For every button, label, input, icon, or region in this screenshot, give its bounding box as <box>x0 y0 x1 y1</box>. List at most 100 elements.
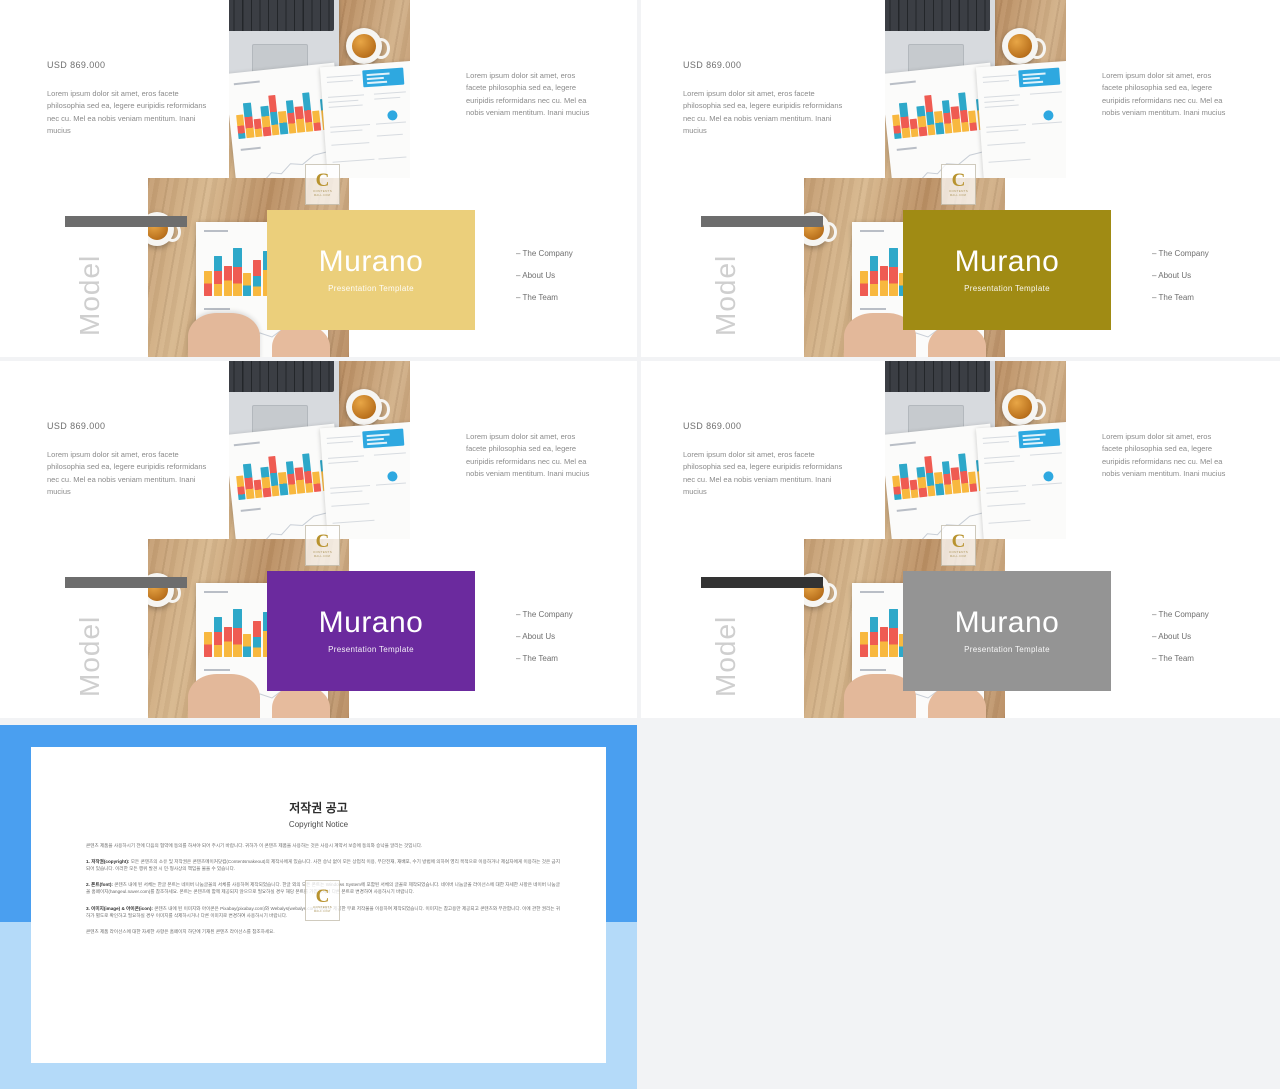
desk-photo-top <box>229 361 410 539</box>
report-blue-card <box>362 67 405 88</box>
price-label: USD 869.000 <box>47 60 106 70</box>
paper-section-line <box>240 146 261 151</box>
card-subtitle: Presentation Template <box>964 284 1050 293</box>
menu-item-team[interactable]: – The Team <box>516 293 573 302</box>
watermark-letter-c: C <box>951 531 966 553</box>
right-paragraph: Lorem ipsum dolor sit amet, eros facete … <box>1102 71 1226 118</box>
menu-item-team[interactable]: – The Team <box>1152 654 1209 663</box>
card-subtitle: Presentation Template <box>964 645 1050 654</box>
desk-photo-top <box>885 0 1066 178</box>
menu-item-company[interactable]: – The Company <box>516 249 573 258</box>
left-paragraph: Lorem ipsum dolor sit amet, eros facete … <box>47 450 207 497</box>
menu-item-about[interactable]: – About Us <box>516 271 573 280</box>
menu-item-about[interactable]: – About Us <box>516 632 573 641</box>
price-label: USD 869.000 <box>683 421 742 431</box>
report-form-paper <box>319 421 410 539</box>
contents-watermark-logo: C CONTENTS MALL.COM <box>941 164 976 205</box>
slide-menu[interactable]: – The Company – About Us – The Team <box>516 610 573 663</box>
contents-watermark-logo: C CONTENTS MALL.COM <box>305 525 340 566</box>
bar-chart <box>234 447 331 500</box>
watermark-line-2: MALL.COM <box>950 193 967 198</box>
right-paragraph: Lorem ipsum dolor sit amet, eros facete … <box>466 432 590 479</box>
accent-bar <box>701 577 823 588</box>
murano-title-card[interactable]: Murano Presentation Template <box>903 210 1111 330</box>
cup-handle <box>1027 38 1046 60</box>
slide-thumbnail-2[interactable]: USD 869.000 Lorem ipsum dolor sit amet, … <box>641 0 1280 357</box>
murano-title-card[interactable]: Murano Presentation Template <box>267 210 475 330</box>
cup-handle <box>1027 399 1046 421</box>
copyright-paragraph-outro: 콘텐츠 제품 라이선스에 대한 자세한 사항은 홈페이지 하단에 기재된 콘텐츠… <box>86 928 560 935</box>
accent-bar <box>701 216 823 227</box>
laptop-keyboard <box>885 0 991 31</box>
slide-menu[interactable]: – The Company – About Us – The Team <box>1152 610 1209 663</box>
report-form-paper <box>319 60 410 178</box>
desk-photo-top <box>885 361 1066 539</box>
menu-item-company[interactable]: – The Company <box>516 610 573 619</box>
menu-item-team[interactable]: – The Team <box>516 654 573 663</box>
price-label: USD 869.000 <box>683 60 742 70</box>
slide-menu[interactable]: – The Company – About Us – The Team <box>1152 249 1209 302</box>
bar-chart <box>890 86 987 139</box>
watermark-letter-c: C <box>315 170 330 192</box>
menu-item-about[interactable]: – About Us <box>1152 632 1209 641</box>
contents-watermark-logo: C CONTENTS MALL.COM <box>305 880 340 921</box>
coffee-cup-icon <box>346 389 390 425</box>
murano-title-card[interactable]: Murano Presentation Template <box>267 571 475 691</box>
accent-bar <box>65 577 187 588</box>
price-label: USD 869.000 <box>47 421 106 431</box>
paragraph-text: 콘텐츠 제품을 사용하시기 전에 다음의 협약에 동의를 하셔야 되어 주시기 … <box>86 843 423 848</box>
card-subtitle: Presentation Template <box>328 645 414 654</box>
paragraph-lead: 3. 이미지(image) & 아이콘(icon): <box>86 905 153 911</box>
coffee-cup-icon <box>1002 28 1046 64</box>
card-title: Murano <box>954 606 1060 639</box>
menu-item-about[interactable]: – About Us <box>1152 271 1209 280</box>
card-title: Murano <box>954 245 1060 278</box>
left-paragraph: Lorem ipsum dolor sit amet, eros facete … <box>47 89 207 136</box>
laptop-keyboard <box>229 0 335 31</box>
watermark-letter-c: C <box>315 886 330 908</box>
menu-item-company[interactable]: – The Company <box>1152 249 1209 258</box>
bar-chart <box>234 86 331 139</box>
laptop-keyboard <box>229 361 335 392</box>
right-paragraph: Lorem ipsum dolor sit amet, eros facete … <box>1102 432 1226 479</box>
info-badge-icon <box>387 471 398 482</box>
coffee-cup-icon <box>1002 389 1046 425</box>
cup-handle <box>371 399 390 421</box>
hand-icon <box>188 313 260 357</box>
contents-watermark-logo: C CONTENTS MALL.COM <box>941 525 976 566</box>
cup-handle <box>371 38 390 60</box>
report-blue-card <box>1018 428 1061 449</box>
desk-photo-top <box>229 0 410 178</box>
slide-thumbnail-3[interactable]: USD 869.000 Lorem ipsum dolor sit amet, … <box>0 361 637 718</box>
card-subtitle: Presentation Template <box>328 284 414 293</box>
watermark-letter-c: C <box>951 170 966 192</box>
murano-title-card[interactable]: Murano Presentation Template <box>903 571 1111 691</box>
menu-item-company[interactable]: – The Company <box>1152 610 1209 619</box>
slide-thumbnail-1[interactable]: USD 869.000 Lorem ipsum dolor sit amet, … <box>0 0 637 357</box>
paper-heading-line <box>233 80 260 86</box>
copyright-title-ko: 저작권 공고 <box>289 801 348 815</box>
watermark-line-2: MALL.COM <box>314 909 331 914</box>
copyright-paragraph-intro: 콘텐츠 제품을 사용하시기 전에 다음의 협약에 동의를 하셔야 되어 주시기 … <box>86 842 560 849</box>
slide-thumbnail-5-copyright[interactable]: 저작권 공고 Copyright Notice 콘텐츠 제품을 사용하시기 전에… <box>0 725 637 1089</box>
model-watermark-text: Model <box>710 615 741 697</box>
info-badge-icon <box>1043 471 1054 482</box>
slide-menu[interactable]: – The Company – About Us – The Team <box>516 249 573 302</box>
report-blue-card <box>362 428 405 449</box>
report-form-paper <box>975 421 1066 539</box>
watermark-line-2: MALL.COM <box>314 554 331 559</box>
hand-icon <box>188 674 260 718</box>
watermark-letter-c: C <box>315 531 330 553</box>
slide-thumbnail-4[interactable]: USD 869.000 Lorem ipsum dolor sit amet, … <box>641 361 1280 718</box>
right-paragraph: Lorem ipsum dolor sit amet, eros facete … <box>466 71 590 118</box>
bar-chart <box>890 447 987 500</box>
laptop-keyboard <box>885 361 991 392</box>
paragraph-text: 콘텐츠 제품 라이선스에 대한 자세한 사항은 홈페이지 하단에 기재된 콘텐츠… <box>86 928 275 934</box>
menu-item-team[interactable]: – The Team <box>1152 293 1209 302</box>
copyright-title-en: Copyright Notice <box>288 820 349 829</box>
info-badge-icon <box>387 110 398 121</box>
paragraph-text: 모든 콘텐츠의 소유 및 저작권은 콘텐츠메이커닷컴(Contentsmakeo… <box>86 859 560 872</box>
watermark-line-2: MALL.COM <box>950 554 967 559</box>
model-watermark-text: Model <box>710 254 741 336</box>
model-watermark-text: Model <box>74 254 105 336</box>
